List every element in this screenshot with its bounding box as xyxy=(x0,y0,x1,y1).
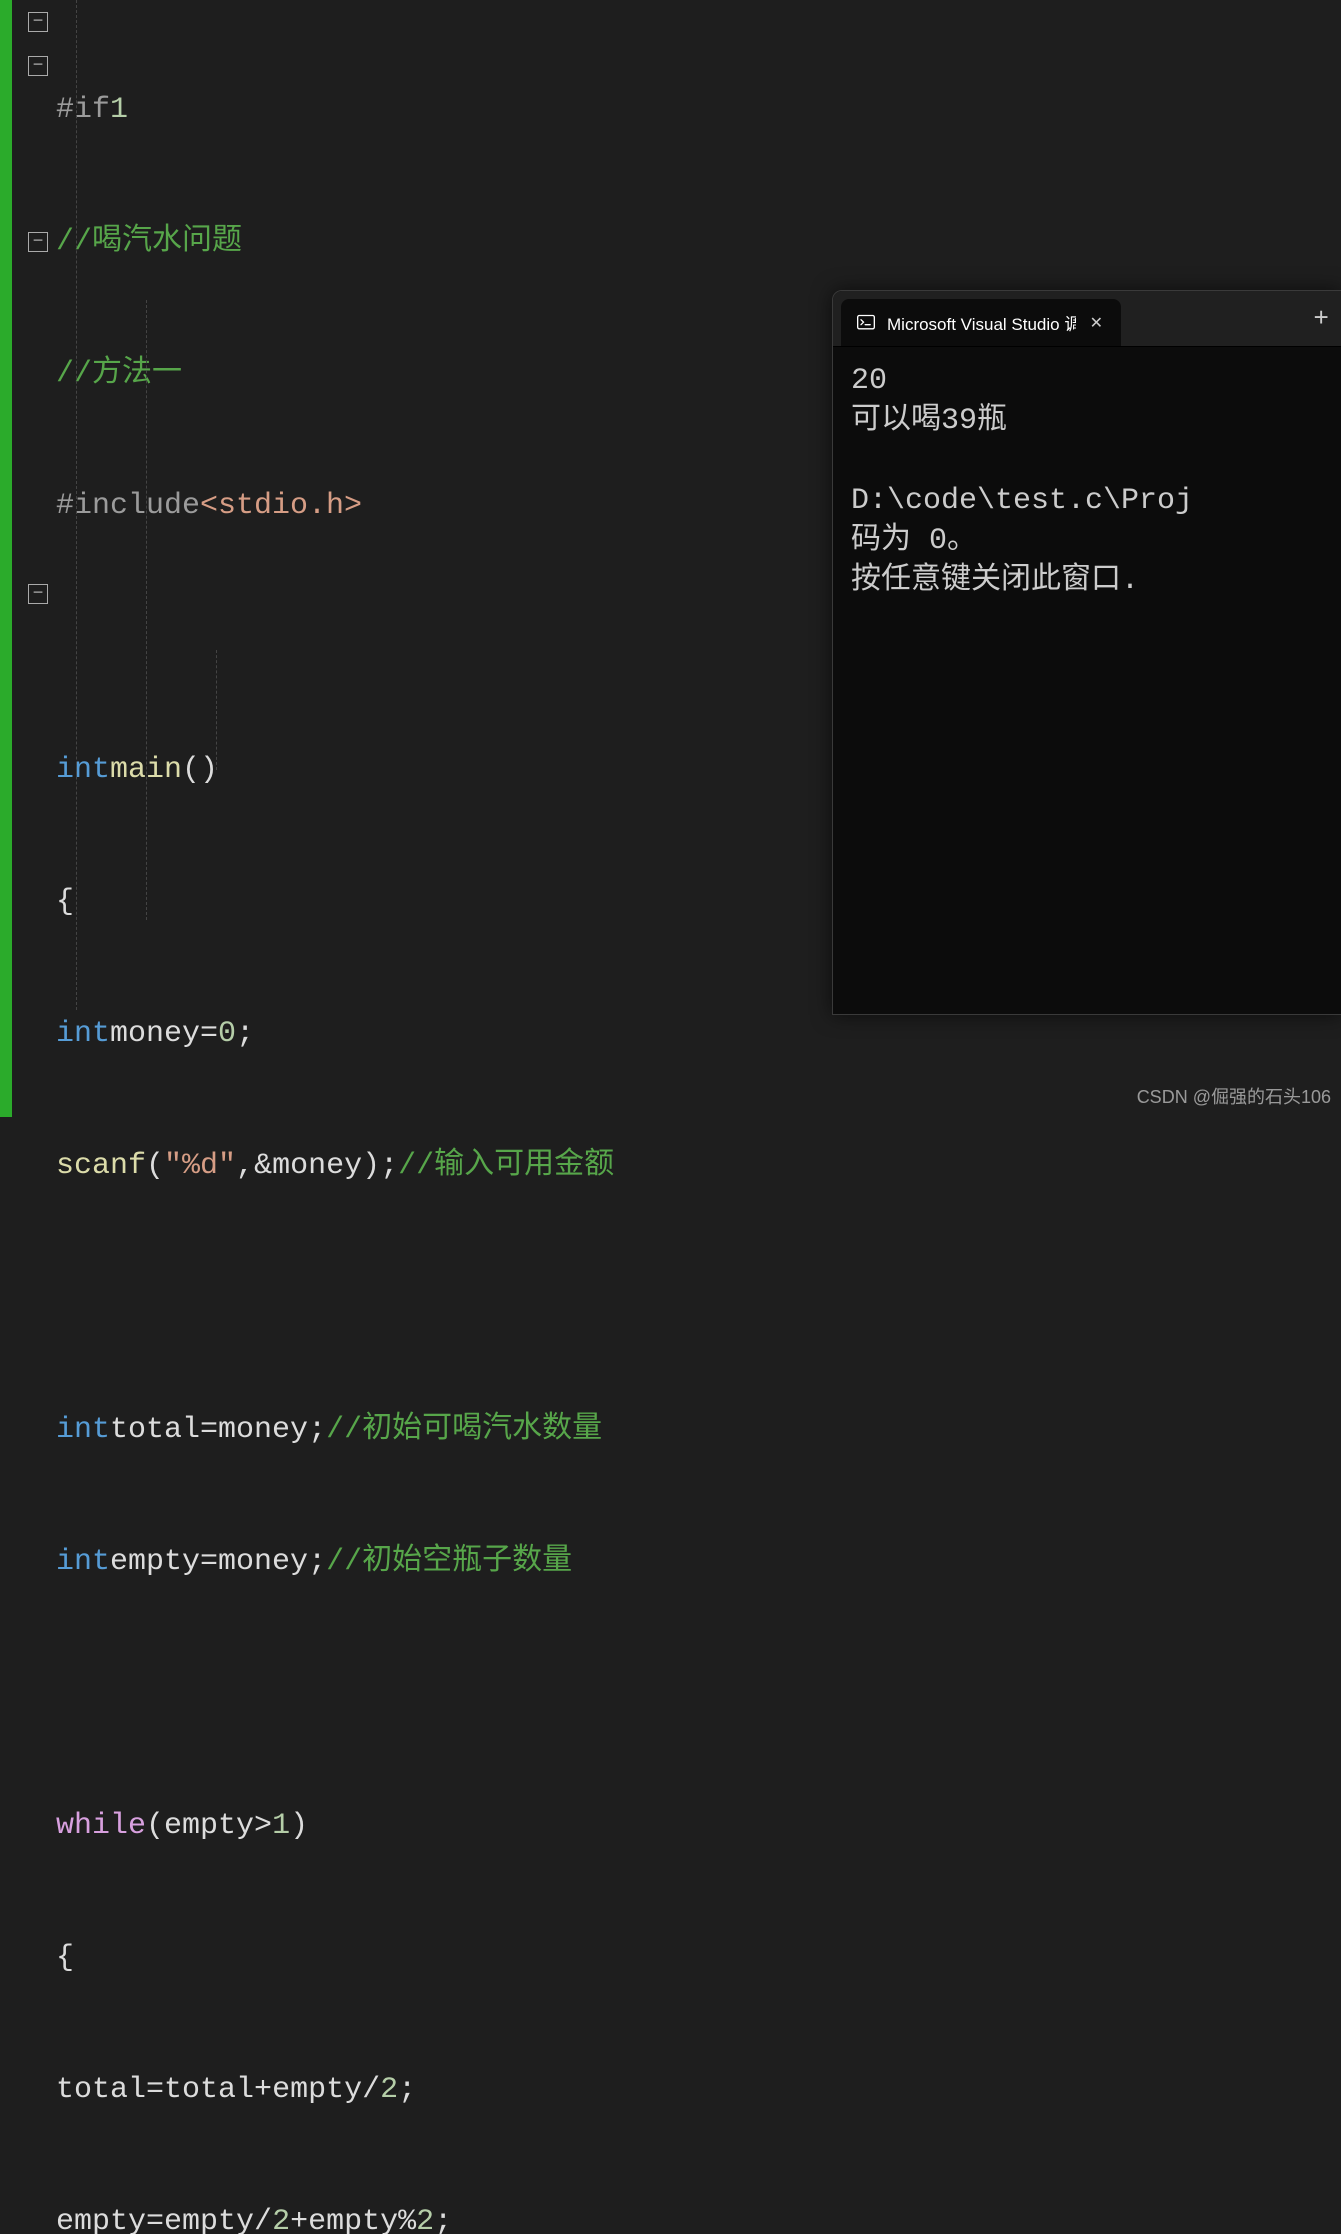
debug-console-window[interactable]: Microsoft Visual Studio 调试 ✕ + 20 可以喝39瓶… xyxy=(832,290,1341,1015)
function: scanf xyxy=(56,1144,146,1188)
comment: //喝汽水问题 xyxy=(56,220,242,264)
fold-toggle[interactable]: − xyxy=(28,56,48,76)
comment: //输入可用金额 xyxy=(398,1144,614,1188)
output-line: D:\code\test.c\Proj xyxy=(851,484,1193,518)
output-line: 按任意键关闭此窗口. xyxy=(851,564,1139,598)
string: "%d" xyxy=(164,1144,236,1188)
output-line: 码为 0。 xyxy=(851,524,977,558)
type: int xyxy=(56,1012,110,1056)
fold-toggle[interactable]: − xyxy=(28,232,48,252)
output-line: 可以喝39瓶 xyxy=(851,404,1007,438)
comment: //方法一 xyxy=(56,352,182,396)
number: 0 xyxy=(218,1012,236,1056)
new-tab-button[interactable]: + xyxy=(1301,291,1341,346)
preproc: #include xyxy=(56,484,200,528)
terminal-icon xyxy=(855,312,877,334)
keyword: while xyxy=(56,1804,146,1848)
watermark: CSDN @倔强的石头106 xyxy=(1137,1083,1331,1109)
console-tab[interactable]: Microsoft Visual Studio 调试 ✕ xyxy=(841,299,1121,346)
console-tab-title: Microsoft Visual Studio 调试 xyxy=(887,310,1076,335)
brace: { xyxy=(56,880,74,924)
indent-guide xyxy=(76,0,77,1010)
fold-toggle[interactable]: − xyxy=(28,584,48,604)
op: = xyxy=(200,1012,218,1056)
fold-toggle[interactable]: − xyxy=(28,12,48,32)
preproc: #if xyxy=(56,88,110,132)
number: 1 xyxy=(110,88,128,132)
modification-indicator xyxy=(0,0,12,1117)
console-titlebar[interactable]: Microsoft Visual Studio 调试 ✕ + xyxy=(833,291,1341,347)
paren: () xyxy=(182,748,218,792)
indent-guide xyxy=(146,300,147,920)
type: int xyxy=(56,748,110,792)
comment: //初始可喝汽水数量 xyxy=(326,1408,602,1452)
console-output[interactable]: 20 可以喝39瓶 D:\code\test.c\Proj 码为 0。 按任意键… xyxy=(833,347,1341,615)
comment: //初始空瓶子数量 xyxy=(326,1540,572,1584)
ident: money xyxy=(110,1012,200,1056)
semi: ; xyxy=(236,1012,254,1056)
indent-guide xyxy=(216,650,217,770)
header: <stdio.h> xyxy=(200,484,362,528)
output-line: 20 xyxy=(851,364,887,398)
fold-gutter: − − − − xyxy=(12,0,56,1117)
close-icon[interactable]: ✕ xyxy=(1086,309,1107,337)
